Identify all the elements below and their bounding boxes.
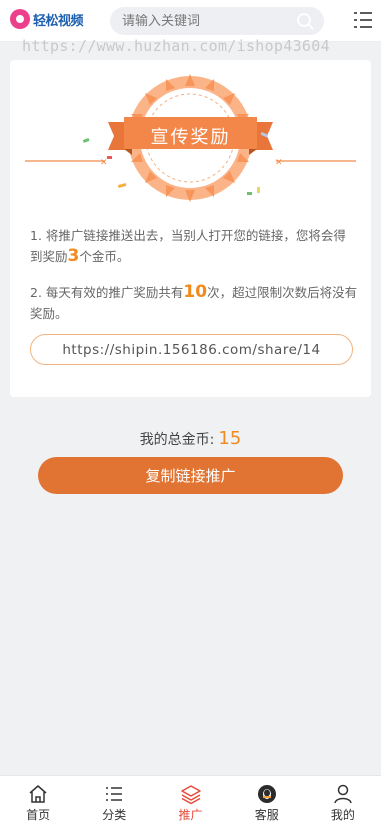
svg-text:✕: ✕ xyxy=(275,158,283,168)
app-logo[interactable]: 轻松视频 xyxy=(10,8,84,30)
share-link-field[interactable]: https://shipin.156186.com/share/14 xyxy=(30,334,353,365)
rule-2-prefix: 2. 每天有效的推广奖励共有 xyxy=(30,285,184,300)
nav-item-mine[interactable]: 我的 xyxy=(305,776,381,825)
rule-2-number: 10 xyxy=(183,282,208,302)
nav-label-service: 客服 xyxy=(254,808,279,822)
nav-item-service[interactable]: 客服 xyxy=(229,776,305,825)
logo-text: 轻松视频 xyxy=(33,13,84,29)
search-input[interactable] xyxy=(122,13,282,29)
qq-icon xyxy=(257,785,276,803)
nav-item-promote[interactable]: 推广 xyxy=(152,776,228,825)
nav-label-home: 首页 xyxy=(26,808,51,822)
layers-icon xyxy=(180,785,201,805)
svg-text:✕: ✕ xyxy=(100,158,108,168)
rule-2-text: 2. 每天有效的推广奖励共有10次，超过限制次数后将没有奖励。 xyxy=(30,282,358,324)
nav-label-promote: 推广 xyxy=(178,808,203,822)
list-icon xyxy=(106,787,123,801)
logo-badge-icon xyxy=(10,9,30,29)
nav-item-home[interactable]: 首页 xyxy=(0,776,76,825)
copy-link-button[interactable]: 复制链接推广 xyxy=(38,457,343,494)
nav-item-category[interactable]: 分类 xyxy=(76,776,152,825)
top-header: 轻松视频 xyxy=(0,0,381,42)
user-icon xyxy=(334,784,352,804)
rule-1-text: 1. 将推广链接推送出去，当别人打开您的链接，您将会得到奖励3个金币。 xyxy=(30,225,358,267)
watermark-text: https://www.huzhan.com/ishop43604 xyxy=(22,37,330,55)
nav-label-mine: 我的 xyxy=(330,808,355,822)
search-icon[interactable] xyxy=(296,12,314,30)
bottom-nav: 首页 分类 推广 客服 我的 xyxy=(0,775,381,825)
rule-1-suffix: 个金币。 xyxy=(79,249,130,264)
total-coins-label: 我的总金币: xyxy=(139,432,215,448)
nav-label-category: 分类 xyxy=(102,808,127,822)
rule-1-number: 3 xyxy=(67,246,80,266)
total-coins: 我的总金币: 15 xyxy=(0,428,381,449)
menu-icon[interactable] xyxy=(353,11,373,29)
banner-title: 宣传奖励 xyxy=(150,127,231,148)
total-coins-value: 15 xyxy=(218,428,242,449)
search-box[interactable] xyxy=(110,7,324,35)
home-icon xyxy=(29,785,47,803)
reward-card: ✕ ✕ 宣传奖励 1. 将推广链接推送出去，当别人打开您的链接，您将会得到奖励3… xyxy=(10,60,371,397)
